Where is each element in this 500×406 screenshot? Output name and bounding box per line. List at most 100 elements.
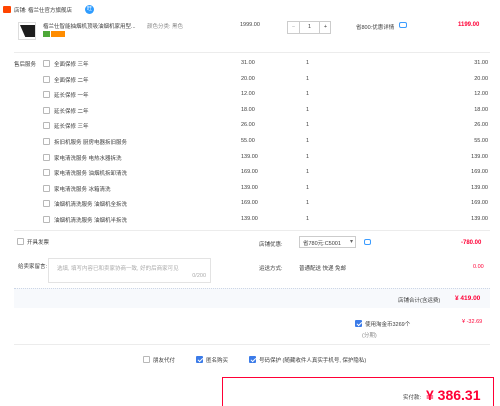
service-row[interactable]: 全面保修 三年 31.00 1 31.00 bbox=[0, 57, 500, 72]
store-icon bbox=[3, 6, 11, 13]
service-label: 油烟机清洗服务 油烟机全拆洗 bbox=[54, 202, 128, 209]
service-total: 139.00 bbox=[471, 153, 488, 160]
coupon-info-icon[interactable] bbox=[364, 239, 371, 245]
delivery-label: 运送方式: bbox=[259, 266, 283, 272]
service-row[interactable]: 家电清洗服务 冰箱清洗 139.00 1 139.00 bbox=[0, 182, 500, 197]
service-row[interactable]: 延长保修 二年 18.00 1 18.00 bbox=[0, 104, 500, 119]
service-price: 169.00 bbox=[241, 200, 258, 207]
coupon-value: 省780元:C5001 bbox=[303, 241, 341, 247]
divider bbox=[14, 52, 490, 53]
product-spec: 颜色分类: 黑色 bbox=[147, 24, 184, 30]
service-checkbox[interactable] bbox=[43, 184, 50, 192]
store-total-label: 店铺合计(含运费) bbox=[398, 298, 441, 304]
service-price: 26.00 bbox=[241, 122, 255, 129]
service-checkbox[interactable] bbox=[43, 106, 50, 114]
service-label: 家电清洗服务 冰箱清洗 bbox=[54, 186, 111, 193]
info-icon[interactable] bbox=[399, 22, 407, 28]
service-qty: 1 bbox=[306, 153, 310, 160]
friend-pay-label: 朋友代付 bbox=[153, 358, 176, 364]
taojinbi-amount: ¥ -32.69 bbox=[462, 319, 483, 325]
service-qty: 1 bbox=[306, 60, 310, 66]
service-row[interactable]: 全面保修 二年 20.00 1 20.00 bbox=[0, 73, 500, 88]
message-label: 给卖家留言: bbox=[18, 264, 48, 270]
service-label: 家电清洗服务 油烟机拆卸清洗 bbox=[54, 171, 128, 178]
taojinbi-checkbox[interactable] bbox=[355, 320, 362, 327]
service-total: 18.00 bbox=[474, 106, 488, 113]
discount-detail[interactable]: 省800:优惠详情 bbox=[356, 23, 394, 31]
service-label: 全面保修 三年 bbox=[54, 62, 89, 68]
service-tag-icon bbox=[43, 31, 50, 37]
anonymous-label: 匿名购买 bbox=[206, 358, 229, 364]
invoice-label: 开具发票 bbox=[27, 240, 50, 246]
service-price: 139.00 bbox=[241, 184, 258, 191]
decrement-button[interactable]: − bbox=[288, 22, 300, 33]
service-row[interactable]: 家电清洗服务 电热水器拆洗 139.00 1 139.00 bbox=[0, 151, 500, 166]
service-price: 55.00 bbox=[241, 138, 255, 144]
divider bbox=[14, 230, 490, 231]
service-row[interactable]: 拆旧机服务 厨房电器拆旧服务 55.00 1 55.00 bbox=[0, 135, 500, 150]
service-checkbox[interactable] bbox=[43, 216, 50, 223]
unit-price: 1999.00 bbox=[240, 22, 260, 28]
service-total: 12.00 bbox=[474, 91, 488, 98]
service-label: 油烟机清洗服务 油烟机半拆洗 bbox=[54, 218, 128, 224]
store-total-bar: 店铺合计(含运费) ¥ 419.00 bbox=[14, 288, 490, 308]
service-price: 20.00 bbox=[241, 75, 255, 82]
taojinbi-label: 使用淘金币3269个 bbox=[365, 322, 411, 328]
service-row[interactable]: 延长保修 三年 26.00 1 26.00 bbox=[0, 119, 500, 134]
quantity-value[interactable]: 1 bbox=[301, 22, 318, 33]
service-checkbox[interactable] bbox=[43, 169, 50, 177]
service-label: 家电清洗服务 电热水器拆洗 bbox=[54, 155, 122, 162]
delivery-amount: 0.00 bbox=[473, 264, 484, 270]
message-counter: 0/200 bbox=[192, 273, 206, 279]
message-input[interactable]: 选填, 填写内容已和卖家协商一致, 好的后商家可见 0/200 bbox=[48, 258, 211, 283]
service-row[interactable]: 油烟机清洗服务 油烟机半拆洗 139.00 1 139.00 bbox=[0, 213, 500, 228]
friend-pay-checkbox[interactable] bbox=[143, 356, 150, 363]
service-row[interactable]: 家电清洗服务 油烟机拆卸清洗 169.00 1 169.00 bbox=[0, 166, 500, 181]
service-qty: 1 bbox=[306, 138, 310, 144]
service-checkbox[interactable] bbox=[43, 138, 50, 145]
service-checkbox[interactable] bbox=[43, 60, 50, 67]
service-checkbox[interactable] bbox=[43, 91, 50, 99]
quantity-stepper[interactable]: − 1 + bbox=[287, 21, 331, 34]
coupon-select[interactable]: 省780元:C5001 ▾ bbox=[299, 236, 356, 248]
service-checkbox[interactable] bbox=[43, 200, 50, 208]
service-price: 12.00 bbox=[241, 91, 255, 98]
store-total-amount: ¥ 419.00 bbox=[455, 295, 481, 302]
number-protect-label: 号码保护 (随藏收件人真实手机号, 保护隐私) bbox=[259, 358, 367, 364]
increment-button[interactable]: + bbox=[319, 22, 331, 33]
wangwang-icon[interactable]: 旺 bbox=[85, 5, 94, 14]
service-label: 延长保修 三年 bbox=[54, 124, 89, 131]
number-protect-checkbox[interactable] bbox=[249, 356, 256, 363]
service-total: 26.00 bbox=[474, 122, 488, 129]
chevron-down-icon: ▾ bbox=[349, 239, 353, 245]
divider bbox=[14, 344, 490, 345]
invoice-checkbox[interactable] bbox=[17, 238, 24, 245]
service-checkbox[interactable] bbox=[43, 122, 50, 130]
service-price: 169.00 bbox=[241, 169, 258, 176]
service-checkbox[interactable] bbox=[43, 75, 50, 83]
service-price: 31.00 bbox=[241, 60, 255, 66]
service-qty: 1 bbox=[306, 122, 310, 129]
service-total: 169.00 bbox=[471, 200, 488, 207]
service-qty: 1 bbox=[306, 184, 310, 191]
service-qty: 1 bbox=[306, 75, 310, 82]
service-checkbox[interactable] bbox=[43, 153, 50, 161]
anonymous-checkbox[interactable] bbox=[196, 356, 203, 363]
product-subtotal: 1199.00 bbox=[458, 22, 480, 28]
payment-label: 实付款: bbox=[403, 395, 422, 401]
service-price: 139.00 bbox=[241, 216, 258, 222]
service-price: 139.00 bbox=[241, 153, 258, 160]
message-placeholder: 选填, 填写内容已和卖家协商一致, 好的后商家可见 bbox=[57, 266, 179, 272]
taojinbi-note: (分期) bbox=[362, 333, 377, 339]
service-row[interactable]: 油烟机清洗服务 油烟机全拆洗 169.00 1 169.00 bbox=[0, 197, 500, 212]
product-image[interactable] bbox=[18, 22, 36, 40]
service-qty: 1 bbox=[306, 216, 310, 222]
service-qty: 1 bbox=[306, 106, 310, 113]
service-price: 18.00 bbox=[241, 106, 255, 113]
service-label: 延长保修 一年 bbox=[54, 93, 89, 100]
product-title[interactable]: 楷兰仕智能抽烟机顶吸油烟机家用型... bbox=[43, 22, 136, 30]
store-name[interactable]: 店铺: 楷兰仕官方旗舰店 bbox=[14, 6, 72, 14]
service-label: 拆旧机服务 厨房电器拆旧服务 bbox=[54, 140, 128, 146]
service-row[interactable]: 延长保修 一年 12.00 1 12.00 bbox=[0, 88, 500, 103]
service-qty: 1 bbox=[306, 200, 310, 207]
